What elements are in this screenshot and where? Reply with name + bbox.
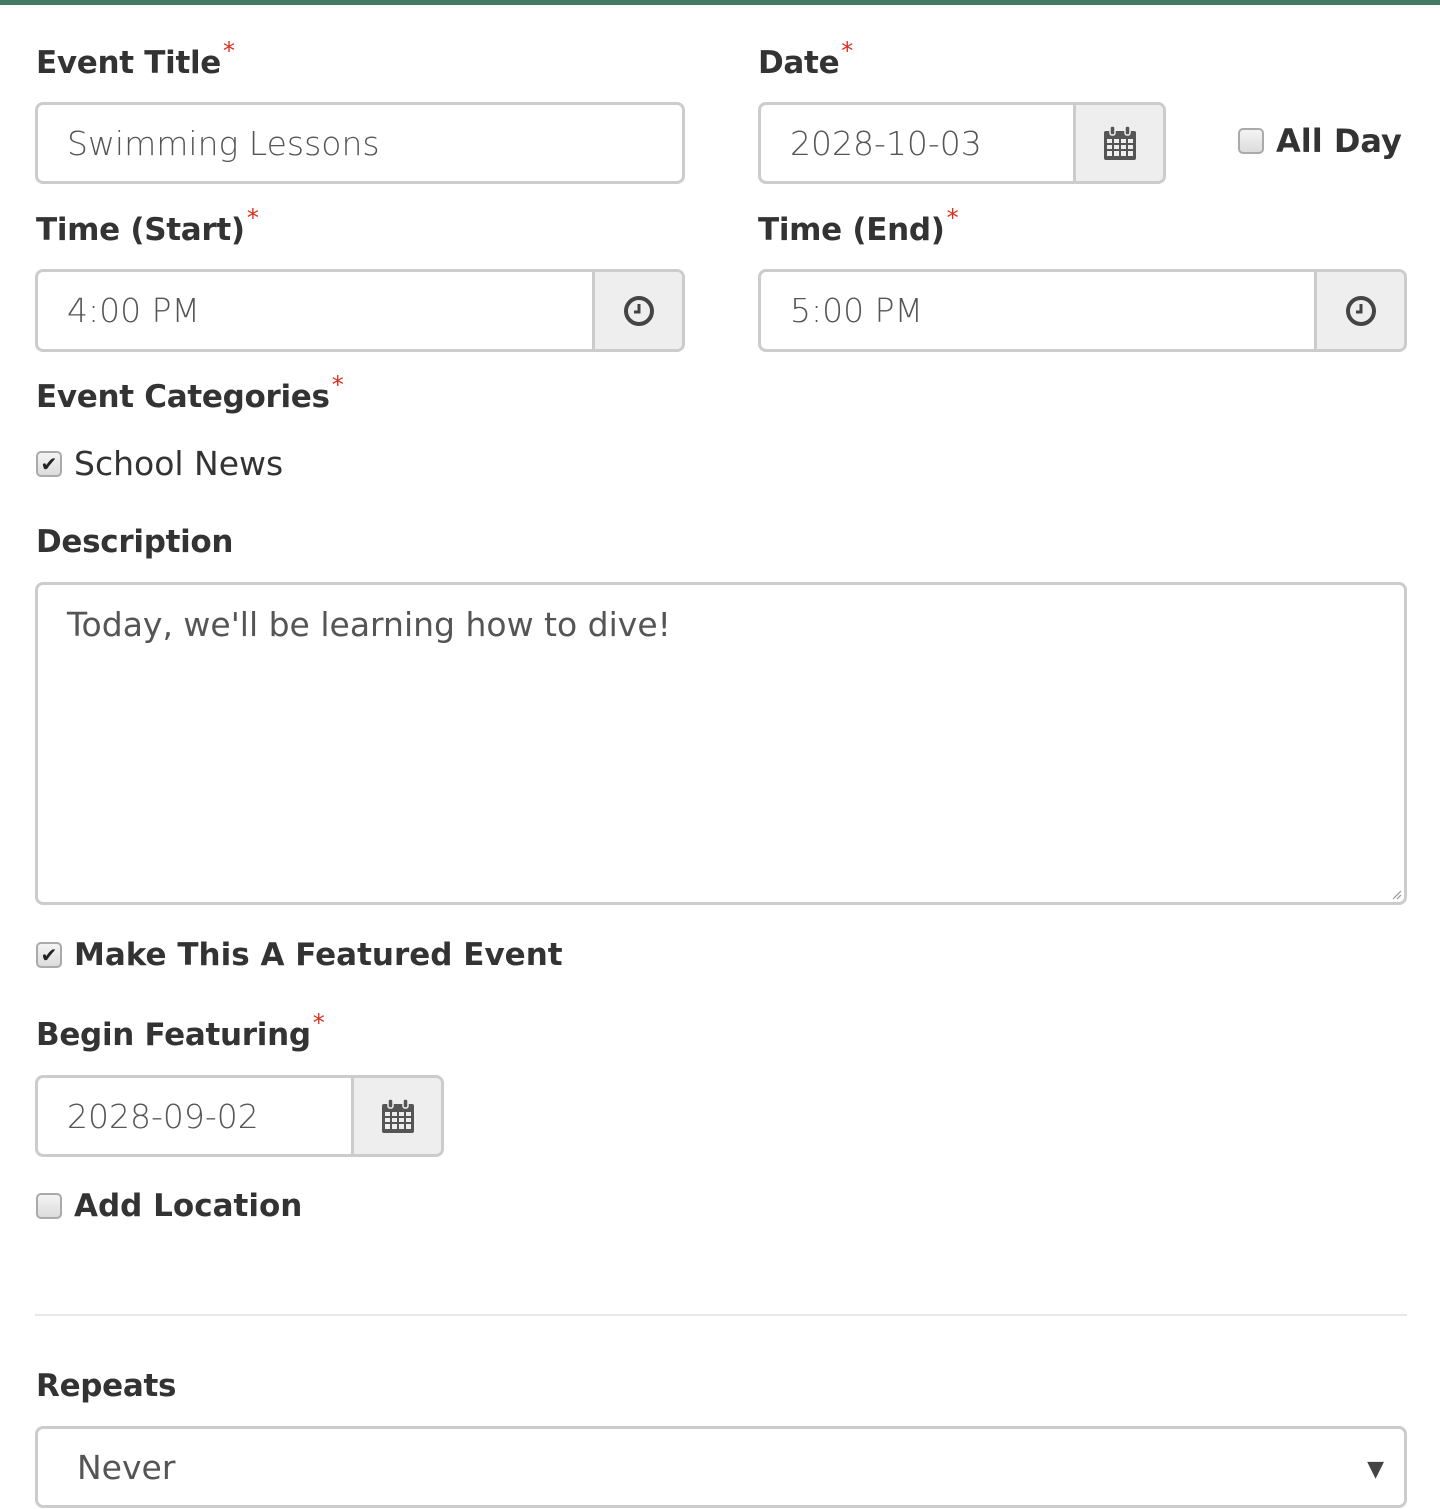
- add-location-checkbox-row[interactable]: Add Location: [36, 1188, 302, 1224]
- clock-icon: [1345, 295, 1376, 326]
- begin-featuring-picker-button[interactable]: [351, 1078, 441, 1154]
- featured-event-checkbox-row[interactable]: ✔ Make This A Featured Event: [36, 937, 563, 973]
- school-news-checkbox[interactable]: ✔: [36, 450, 62, 477]
- top-accent-bar: [0, 0, 1440, 5]
- date-label-text: Date: [758, 45, 840, 81]
- time-end-label: Time (End)*: [758, 204, 959, 248]
- featured-event-checkbox[interactable]: ✔: [36, 942, 62, 968]
- required-asterisk: *: [246, 204, 259, 232]
- checkmark-icon: ✔: [40, 451, 58, 476]
- add-location-label[interactable]: Add Location: [74, 1188, 302, 1224]
- repeats-select[interactable]: Never ▼: [35, 1426, 1407, 1508]
- time-end-picker-button[interactable]: [1314, 272, 1404, 349]
- required-asterisk: *: [946, 204, 959, 232]
- clock-icon: [623, 295, 654, 326]
- time-start-label-text: Time (Start): [36, 212, 245, 248]
- event-title-label: Event Title*: [36, 37, 235, 81]
- category-option-school-news[interactable]: ✔ School News: [36, 444, 283, 483]
- description-textarea[interactable]: Today, we'll be learning how to dive!: [35, 582, 1407, 905]
- date-label: Date*: [758, 37, 853, 81]
- time-start-label: Time (Start)*: [36, 204, 259, 248]
- event-title-value[interactable]: Swimming Lessons: [38, 105, 682, 181]
- date-picker-button[interactable]: [1073, 105, 1163, 181]
- required-asterisk: *: [223, 37, 235, 65]
- description-label: Description: [36, 524, 234, 560]
- repeats-label-text: Repeats: [36, 1368, 177, 1404]
- date-value[interactable]: 2028-10-03: [761, 105, 1073, 181]
- event-categories-label: Event Categories*: [36, 371, 344, 415]
- calendar-icon: [1103, 125, 1136, 160]
- time-start-picker-button[interactable]: [592, 272, 682, 349]
- all-day-checkbox-row[interactable]: All Day: [1238, 122, 1402, 160]
- required-asterisk: *: [312, 1009, 325, 1037]
- date-input[interactable]: 2028-10-03: [758, 102, 1166, 184]
- required-asterisk: *: [841, 37, 853, 65]
- begin-featuring-label-text: Begin Featuring: [36, 1017, 311, 1053]
- time-start-value[interactable]: 4:00 PM: [38, 272, 592, 349]
- time-end-value[interactable]: 5:00 PM: [761, 272, 1314, 349]
- description-label-text: Description: [36, 524, 234, 560]
- checkmark-icon: ✔: [40, 943, 58, 967]
- school-news-label[interactable]: School News: [74, 444, 283, 483]
- description-value[interactable]: Today, we'll be learning how to dive!: [67, 605, 671, 644]
- featured-event-label[interactable]: Make This A Featured Event: [74, 937, 563, 973]
- chevron-down-icon[interactable]: ▼: [1367, 1457, 1384, 1482]
- all-day-label[interactable]: All Day: [1276, 122, 1402, 160]
- begin-featuring-value[interactable]: 2028-09-02: [38, 1078, 351, 1154]
- time-end-input[interactable]: 5:00 PM: [758, 269, 1407, 352]
- repeats-selected-value[interactable]: Never: [77, 1448, 175, 1487]
- event-title-input[interactable]: Swimming Lessons: [35, 102, 685, 184]
- add-location-checkbox[interactable]: [36, 1193, 62, 1219]
- time-start-input[interactable]: 4:00 PM: [35, 269, 685, 352]
- all-day-checkbox[interactable]: [1238, 128, 1264, 154]
- calendar-icon: [381, 1098, 414, 1133]
- event-categories-label-text: Event Categories: [36, 379, 330, 415]
- repeats-label: Repeats: [36, 1368, 177, 1404]
- section-divider: [35, 1314, 1407, 1316]
- begin-featuring-label: Begin Featuring*: [36, 1009, 325, 1053]
- required-asterisk: *: [331, 371, 344, 399]
- resize-handle-icon[interactable]: [1390, 888, 1402, 900]
- event-title-label-text: Event Title: [36, 45, 222, 81]
- begin-featuring-input[interactable]: 2028-09-02: [35, 1075, 444, 1157]
- time-end-label-text: Time (End): [758, 212, 945, 248]
